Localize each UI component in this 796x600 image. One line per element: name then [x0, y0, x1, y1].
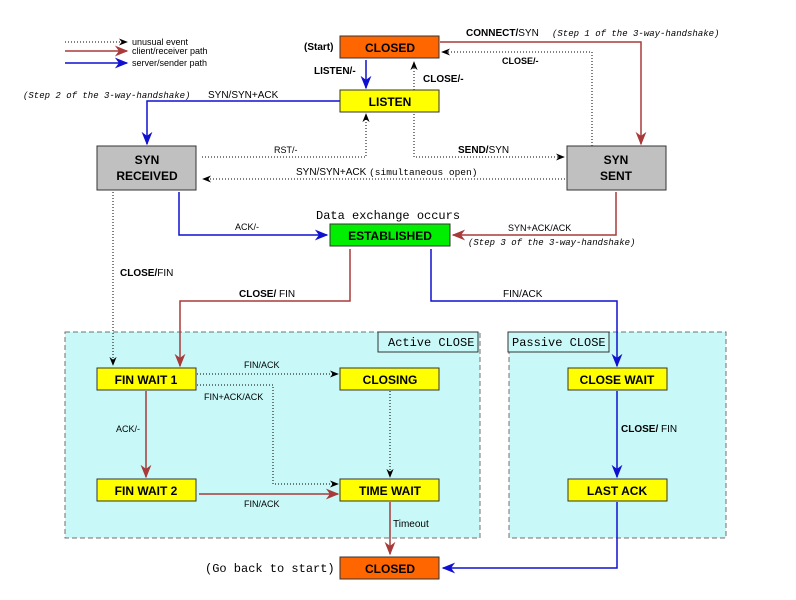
label-start: (Start) [304, 42, 333, 53]
svg-text:ESTABLISHED: ESTABLISHED [348, 229, 432, 243]
label-close-fin-synrcvd: CLOSE/FIN [120, 268, 173, 279]
legend-server-label: server/sender path [132, 58, 207, 68]
state-time-wait: TIME WAIT [339, 478, 440, 502]
label-syn-synack-listen: SYN/SYN+ACK [208, 90, 279, 101]
label-step3: (Step 3 of the 3-way-handshake) [468, 238, 635, 248]
state-closed-bottom: CLOSED [339, 556, 440, 580]
label-fin-ack-fw1: FIN/ACK [244, 360, 280, 370]
label-connect-event: CONNECT/SYN [466, 28, 539, 39]
svg-text:LAST ACK: LAST ACK [587, 484, 648, 498]
edge-listen-synreceived [141, 100, 340, 146]
svg-text:CLOSED: CLOSED [365, 562, 415, 576]
label-listen: LISTEN/- [314, 66, 356, 77]
svg-text:TIME WAIT: TIME WAIT [359, 484, 422, 498]
label-fin-ack-fw2: FIN/ACK [244, 499, 280, 509]
svg-text:SENT: SENT [600, 169, 633, 183]
label-close-fin-cw: CLOSE/ FIN [621, 424, 677, 435]
label-syn-synack-simul: SYN/SYN+ACK (simultaneous open) [296, 167, 477, 178]
legend: unusual event client/receiver path serve… [65, 37, 208, 69]
state-established: ESTABLISHED [329, 223, 451, 247]
label-synack-ack: SYN+ACK/ACK [508, 223, 571, 233]
label-fin-ack-est: FIN/ACK [503, 289, 543, 300]
state-listen: LISTEN [339, 89, 440, 113]
state-closing: CLOSING [339, 367, 440, 391]
label-close-synsent: CLOSE/- [502, 56, 539, 66]
state-fin-wait-2: FIN WAIT 2 [96, 478, 197, 502]
label-send-syn: SEND/SYN [458, 145, 509, 156]
state-closed-top: CLOSED [339, 35, 440, 59]
tcp-state-diagram: Active CLOSE Passive CLOSE unusual event… [23, 28, 727, 580]
state-syn-received: SYN RECEIVED [96, 145, 197, 191]
legend-client-label: client/receiver path [132, 46, 208, 56]
svg-text:CLOSING: CLOSING [363, 373, 418, 387]
state-syn-sent: SYN SENT [566, 145, 667, 191]
svg-text:LISTEN: LISTEN [369, 95, 412, 109]
svg-text:SYN: SYN [604, 153, 629, 167]
label-timeout: Timeout [393, 519, 429, 530]
active-close-label: Active CLOSE [388, 336, 474, 350]
label-data-exchange: Data exchange occurs [316, 209, 460, 223]
state-last-ack: LAST ACK [567, 478, 668, 502]
label-finack-ack: FIN+ACK/ACK [204, 392, 263, 402]
svg-text:FIN WAIT 2: FIN WAIT 2 [115, 484, 178, 498]
label-close-fin-est: CLOSE/ FIN [239, 289, 295, 300]
svg-text:SYN: SYN [135, 153, 160, 167]
edge-closed-synsent [440, 41, 647, 146]
svg-text:RECEIVED: RECEIVED [116, 169, 178, 183]
label-go-back: (Go back to start) [205, 562, 335, 576]
label-ack-fw1: ACK/- [116, 424, 140, 434]
label-rst: RST/- [274, 145, 298, 155]
svg-text:CLOSE WAIT: CLOSE WAIT [580, 373, 655, 387]
state-fin-wait-1: FIN WAIT 1 [96, 367, 197, 391]
label-step1: (Step 1 of the 3-way-handshake) [552, 29, 719, 39]
passive-close-label: Passive CLOSE [512, 336, 606, 350]
label-step2: (Step 2 of the 3-way-handshake) [23, 91, 190, 101]
svg-text:CLOSED: CLOSED [365, 41, 415, 55]
edge-synsent-closed [441, 48, 593, 146]
label-close-listen: CLOSE/- [423, 74, 464, 85]
svg-text:FIN WAIT 1: FIN WAIT 1 [115, 373, 178, 387]
label-ack: ACK/- [235, 222, 259, 232]
state-close-wait: CLOSE WAIT [567, 367, 668, 391]
